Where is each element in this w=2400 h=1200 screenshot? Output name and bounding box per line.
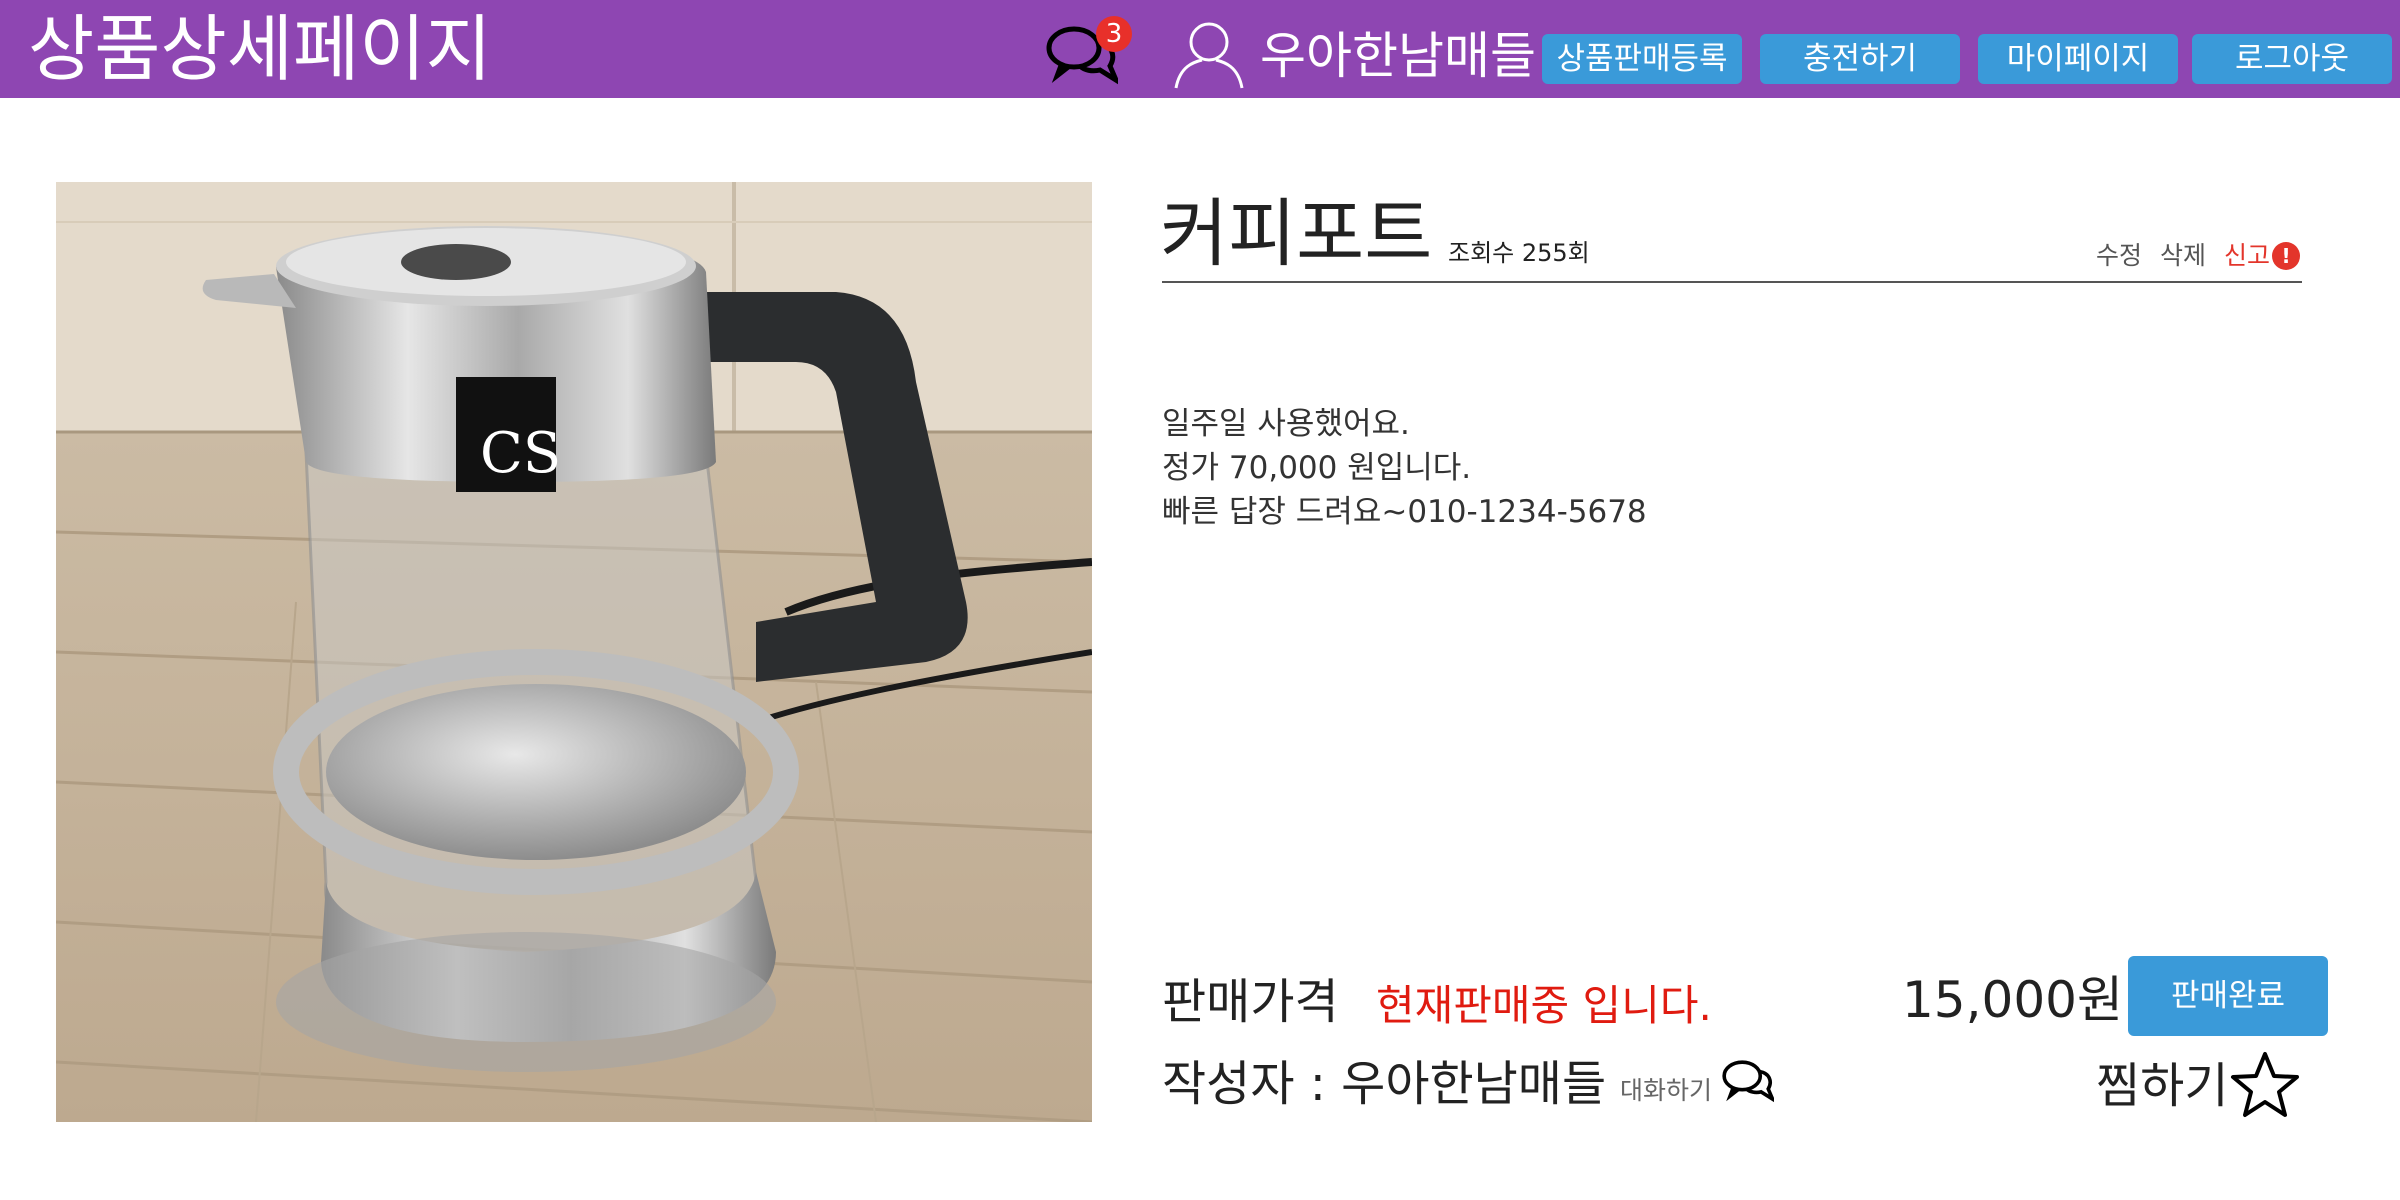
view-count: 조회수 255회 — [1448, 239, 1590, 267]
description-line: 정가 70,000 원입니다. — [1162, 450, 1472, 486]
description-line: 빠른 답장 드려요~010-1234-5678 — [1162, 494, 1647, 530]
chat-notification-button[interactable]: 3 — [1046, 16, 1132, 92]
star-icon[interactable] — [2230, 1050, 2300, 1120]
user-icon — [1174, 22, 1244, 89]
description-line: 일주일 사용했어요. — [1162, 406, 1410, 442]
product-description: 일주일 사용했어요. 정가 70,000 원입니다. 빠른 답장 드려요~010… — [1162, 402, 1647, 534]
title-divider — [1162, 281, 2302, 283]
mark-sold-button[interactable]: 판매완료 — [2128, 956, 2328, 1036]
logout-button[interactable]: 로그아웃 — [2192, 34, 2392, 84]
edit-link[interactable]: 수정 — [2096, 241, 2142, 270]
chat-bubbles-icon[interactable] — [1722, 1058, 1774, 1104]
mypage-button[interactable]: 마이페이지 — [1978, 34, 2178, 84]
wishlist-label[interactable]: 찜하기 — [2096, 1056, 2228, 1116]
post-actions: 수정 삭제 신고! — [2086, 240, 2300, 272]
page-title: 상품상세페이지 — [28, 7, 492, 91]
top-header: 상품상세페이지 3 우아한남매들 상품판매등록 충전하기 마이페이지 로그아웃 — [0, 0, 2400, 98]
start-chat-link[interactable]: 대화하기 — [1620, 1074, 1712, 1108]
product-title: 커피포트 — [1160, 191, 1433, 277]
price-value: 15,000원 — [1902, 971, 2123, 1029]
report-icon[interactable]: ! — [2272, 242, 2300, 270]
notification-badge: 3 — [1096, 16, 1132, 52]
charge-button[interactable]: 충전하기 — [1760, 34, 1960, 84]
sale-status: 현재판매중 입니다. — [1376, 981, 1712, 1030]
product-image: CS — [56, 182, 1092, 1122]
image-brand-text: CS — [480, 421, 561, 486]
author-label: 작성자 : 우아한남매들 — [1162, 1056, 1607, 1112]
report-link[interactable]: 신고 — [2224, 241, 2270, 270]
delete-link[interactable]: 삭제 — [2160, 241, 2206, 270]
user-name: 우아한남매들 — [1260, 27, 1536, 85]
register-product-button[interactable]: 상품판매등록 — [1542, 34, 1742, 84]
price-label: 판매가격 — [1162, 974, 1339, 1030]
